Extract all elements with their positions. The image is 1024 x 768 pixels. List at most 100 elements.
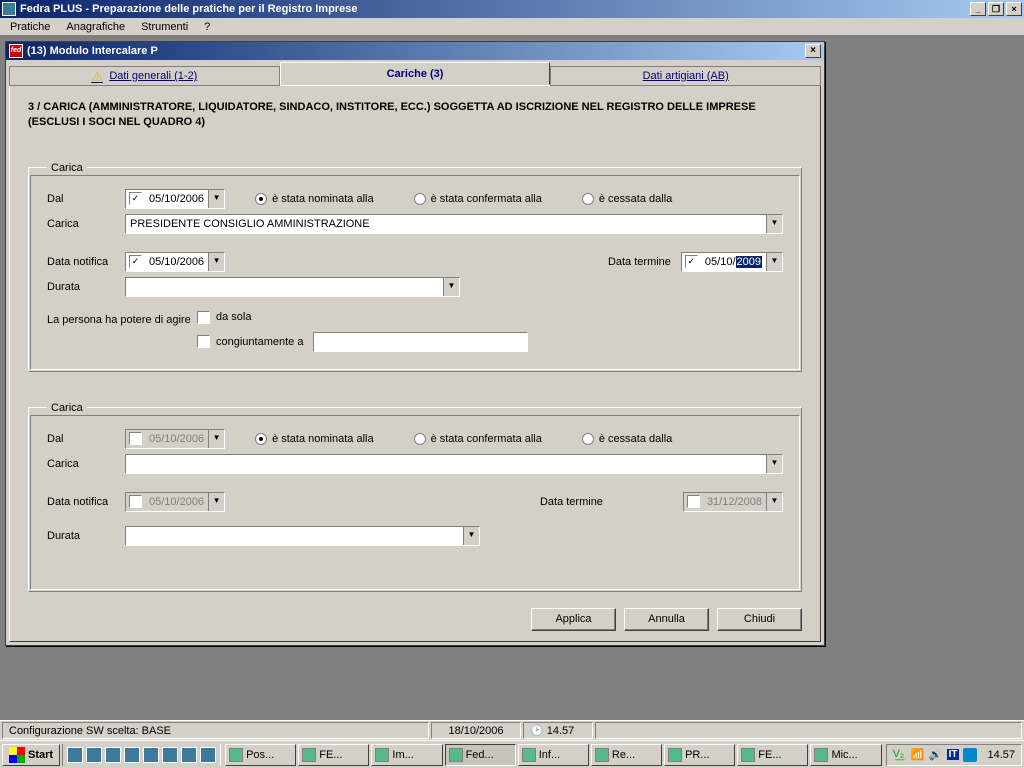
menu-help[interactable]: ? [196, 20, 218, 34]
tab-panel: 3 / CARICA (AMMINISTRATORE, LIQUIDATORE,… [9, 85, 821, 642]
label-durata: Durata [47, 530, 125, 542]
menu-pratiche[interactable]: Pratiche [2, 20, 58, 34]
chevron-down-icon[interactable]: ▼ [766, 253, 782, 271]
tray-icon[interactable]: 🔊 [929, 748, 943, 762]
radio-label: è stata nominata alla [272, 433, 374, 445]
taskbar-button[interactable]: Pos... [225, 744, 296, 766]
checkbox-dasola[interactable] [197, 311, 210, 324]
group-legend: Carica [47, 162, 87, 174]
date-checkbox-icon[interactable] [687, 495, 700, 508]
quick-launch-icon[interactable] [86, 747, 102, 763]
clock-icon: 🕑 [530, 724, 544, 737]
chevron-down-icon[interactable]: ▼ [208, 253, 224, 271]
chevron-down-icon[interactable]: ▼ [208, 430, 224, 448]
label-datanotifica: Data notifica [47, 256, 125, 268]
group-legend: Carica [47, 402, 87, 414]
label-carica: Carica [47, 218, 125, 230]
tab-dati-artigiani[interactable]: Dati artigiani (AB) [550, 66, 821, 86]
taskbar-button[interactable]: Inf... [518, 744, 589, 766]
menu-anagrafiche[interactable]: Anagrafiche [58, 20, 133, 34]
radio-label: è stata confermata alla [431, 193, 542, 205]
date-checkbox-icon[interactable]: ✓ [129, 192, 142, 205]
radio-cessata[interactable]: è cessata dalla [582, 193, 672, 205]
radio-nominata[interactable]: è stata nominata alla [255, 193, 374, 205]
tab-dati-generali[interactable]: Dati generali (1-2) [9, 66, 280, 86]
task-icon [595, 748, 609, 762]
app-titlebar: Fedra PLUS - Preparazione delle pratiche… [0, 0, 1024, 18]
radio-cessata[interactable]: è cessata dalla [582, 433, 672, 445]
chevron-down-icon[interactable]: ▼ [463, 527, 479, 545]
quick-launch-icon[interactable] [124, 747, 140, 763]
radio-confermata[interactable]: è stata confermata alla [414, 433, 542, 445]
annulla-button[interactable]: Annulla [624, 608, 709, 631]
quick-launch-icon[interactable] [181, 747, 197, 763]
tab-label: Dati generali (1-2) [109, 70, 197, 82]
mdi-area: fed (13) Modulo Intercalare P × Dati gen… [0, 36, 1024, 745]
datatermine-date-input[interactable]: 31/12/2008 ▼ [683, 492, 783, 512]
congiuntamente-input[interactable] [313, 332, 528, 352]
tray-icon[interactable]: 📶 [911, 748, 925, 762]
datanotifica-date-input[interactable]: ✓ 05/10/2006 ▼ [125, 252, 225, 272]
task-icon [302, 748, 316, 762]
radio-confermata[interactable]: è stata confermata alla [414, 193, 542, 205]
tab-cariche[interactable]: Cariche (3) [280, 62, 551, 85]
combo-value: PRESIDENTE CONSIGLIO AMMINISTRAZIONE [126, 218, 766, 230]
taskbar-button[interactable]: FE... [298, 744, 369, 766]
date-value: 31/12/2008 [703, 496, 766, 508]
chiudi-button[interactable]: Chiudi [717, 608, 802, 631]
date-checkbox-icon[interactable]: ✓ [685, 255, 698, 268]
chevron-down-icon[interactable]: ▼ [208, 190, 224, 208]
date-checkbox-icon[interactable]: ✓ [129, 255, 142, 268]
start-button[interactable]: Start [2, 744, 60, 766]
checkbox-congiuntamente[interactable] [197, 335, 210, 348]
task-icon [741, 748, 755, 762]
taskbar-button[interactable]: Mic... [810, 744, 881, 766]
chevron-down-icon[interactable]: ▼ [443, 278, 459, 296]
tray-language[interactable]: IT [947, 749, 960, 760]
date-value: 05/10/2006 [145, 193, 208, 205]
carica-combo[interactable]: ▼ [125, 454, 783, 474]
task-label: Pos... [246, 749, 274, 761]
tray-icon[interactable]: V͟₂ [893, 748, 907, 762]
date-value: 05/10/2006 [145, 433, 208, 445]
taskbar-button[interactable]: Re... [591, 744, 662, 766]
dal-date-input[interactable]: ✓ 05/10/2006 ▼ [125, 189, 225, 209]
date-checkbox-icon[interactable] [129, 432, 142, 445]
close-button[interactable]: × [1006, 2, 1022, 16]
minimize-button[interactable]: _ [970, 2, 986, 16]
taskbar-button[interactable]: Fed... [445, 744, 516, 766]
dal-date-input[interactable]: 05/10/2006 ▼ [125, 429, 225, 449]
section-heading: 3 / CARICA (AMMINISTRATORE, LIQUIDATORE,… [28, 100, 802, 130]
taskbar-button[interactable]: FE... [737, 744, 808, 766]
radio-nominata[interactable]: è stata nominata alla [255, 433, 374, 445]
chevron-down-icon[interactable]: ▼ [766, 493, 782, 511]
durata-combo[interactable]: ▼ [125, 277, 460, 297]
menu-strumenti[interactable]: Strumenti [133, 20, 196, 34]
restore-button[interactable]: ❐ [988, 2, 1004, 16]
quick-launch-icon[interactable] [162, 747, 178, 763]
taskbar-button[interactable]: Im... [371, 744, 442, 766]
applica-button[interactable]: Applica [531, 608, 616, 631]
quick-launch-icon[interactable] [200, 747, 216, 763]
app-title: Fedra PLUS - Preparazione delle pratiche… [20, 3, 357, 15]
task-icon [522, 748, 536, 762]
datatermine-date-input[interactable]: ✓ 05/10/2009 ▼ [681, 252, 783, 272]
durata-combo[interactable]: ▼ [125, 526, 480, 546]
carica-combo[interactable]: PRESIDENTE CONSIGLIO AMMINISTRAZIONE ▼ [125, 214, 783, 234]
inner-window: fed (13) Modulo Intercalare P × Dati gen… [5, 41, 825, 646]
date-value: 05/10/2006 [145, 256, 208, 268]
quick-launch-icon[interactable] [143, 747, 159, 763]
chevron-down-icon[interactable]: ▼ [766, 215, 782, 233]
chevron-down-icon[interactable]: ▼ [208, 493, 224, 511]
quick-launch-icon[interactable] [105, 747, 121, 763]
chevron-down-icon[interactable]: ▼ [766, 455, 782, 473]
date-checkbox-icon[interactable] [129, 495, 142, 508]
button-row: Applica Annulla Chiudi [28, 602, 802, 633]
datanotifica-date-input[interactable]: 05/10/2006 ▼ [125, 492, 225, 512]
inner-close-button[interactable]: × [805, 44, 821, 58]
tray-icon[interactable] [963, 748, 977, 762]
radio-label: è stata nominata alla [272, 193, 374, 205]
quick-launch-icon[interactable] [67, 747, 83, 763]
tab-label: Dati artigiani (AB) [643, 70, 729, 82]
taskbar-button[interactable]: PR... [664, 744, 735, 766]
